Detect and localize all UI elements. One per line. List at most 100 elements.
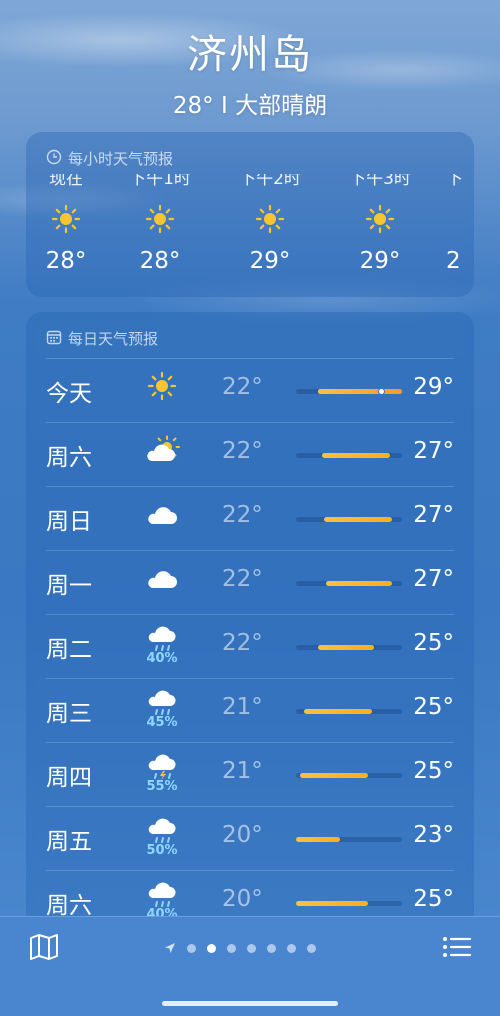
daily-row[interactable]: 周日 22° 27°: [46, 486, 454, 550]
hourly-forecast-title: 每小时天气预报: [26, 132, 474, 172]
sun-icon: [142, 369, 182, 417]
page-dot[interactable]: [247, 944, 256, 953]
temp-range-bar: [296, 773, 402, 778]
home-indicator[interactable]: [162, 1001, 338, 1006]
day-name: 周六: [46, 893, 92, 919]
low-temp: 22°: [222, 630, 263, 656]
daily-row[interactable]: 今天 22° 29°: [46, 358, 454, 422]
page-dot-active[interactable]: [207, 944, 216, 953]
hour-label: 现在: [49, 174, 83, 189]
daily-row[interactable]: 周一 22° 27°: [46, 550, 454, 614]
low-temp: 22°: [222, 566, 263, 592]
location-header: 济州岛 28° I 大部晴朗: [0, 22, 500, 120]
hour-temp: 28°: [139, 248, 181, 274]
day-name: 周四: [46, 765, 92, 791]
partly-sunny-icon: [142, 433, 182, 481]
clock-icon: [46, 149, 62, 169]
hour-label: 下午3时: [349, 174, 411, 189]
current-temp-dot: [378, 388, 385, 395]
cloud-icon: [142, 561, 182, 609]
low-temp: 22°: [222, 502, 263, 528]
temp-range-fill: [300, 773, 368, 778]
temp-range-fill: [296, 837, 340, 842]
daily-forecast-title: 每日天气预报: [26, 312, 474, 352]
daily-row[interactable]: 周四 55% 21° 25°: [46, 742, 454, 806]
hour-temp: 2: [446, 248, 461, 274]
high-temp: 25°: [413, 886, 454, 912]
high-temp: 27°: [413, 502, 454, 528]
temp-range-fill: [296, 901, 368, 906]
temp-range-fill: [304, 709, 372, 714]
current-conditions: 28° I 大部晴朗: [172, 93, 328, 119]
page-indicator[interactable]: [164, 939, 316, 958]
high-temp: 29°: [413, 374, 454, 400]
rain-icon: 50%: [142, 817, 182, 865]
sun-icon: [26, 190, 106, 248]
hour-temp: 28°: [45, 248, 87, 274]
daily-row[interactable]: 周五 50% 20° 23°: [46, 806, 454, 870]
hour-label: 下午2时: [239, 174, 301, 189]
daily-row[interactable]: 周二 40% 22° 25°: [46, 614, 454, 678]
hour-item: 下午2时 29°: [230, 174, 310, 274]
temp-range-bar: [296, 901, 402, 906]
temp-range-bar: [296, 388, 402, 395]
page-dot[interactable]: [287, 944, 296, 953]
daily-forecast-card[interactable]: 每日天气预报 今天 22° 29° 周六 22° 27° 周日 22° 27° …: [26, 312, 474, 952]
cloud-icon: [142, 497, 182, 545]
day-name: 周二: [46, 637, 92, 663]
daily-row[interactable]: 周三 45% 21° 25°: [46, 678, 454, 742]
high-temp: 23°: [413, 822, 454, 848]
day-name: 周五: [46, 829, 92, 855]
temp-range-fill: [322, 453, 390, 458]
thunderstorm-icon: 55%: [142, 753, 182, 801]
temp-range-bar: [296, 581, 402, 586]
precip-chance: 45%: [146, 715, 178, 730]
temp-range-bar: [296, 453, 402, 458]
hour-item: 下午3时 29°: [340, 174, 420, 274]
hour-temp: 29°: [359, 248, 401, 274]
day-name: 周日: [46, 509, 92, 535]
page-dot[interactable]: [267, 944, 276, 953]
low-temp: 21°: [222, 758, 263, 784]
rain-icon: 45%: [142, 689, 182, 737]
low-temp: 21°: [222, 694, 263, 720]
precip-chance: 55%: [146, 779, 178, 794]
temp-range-fill: [326, 581, 392, 586]
day-name: 周三: [46, 701, 92, 727]
precip-chance: 50%: [146, 843, 178, 858]
hour-icon-cut: [446, 190, 474, 248]
low-temp: 20°: [222, 822, 263, 848]
hour-label: 下午1时: [129, 174, 191, 189]
hourly-forecast-card[interactable]: 每小时天气预报 现在 28° 下午1时 28° 下午2时 29° 下午3时 29…: [26, 132, 474, 297]
hour-item: 下午1时 28°: [120, 174, 200, 274]
page-dot[interactable]: [307, 944, 316, 953]
city-name: 济州岛: [187, 32, 313, 78]
sun-icon: [230, 190, 310, 248]
page-dot[interactable]: [227, 944, 236, 953]
sun-icon: [340, 190, 420, 248]
hour-item: 现在 28°: [26, 174, 106, 274]
daily-row[interactable]: 周六 22° 27°: [46, 422, 454, 486]
sun-icon: [120, 190, 200, 248]
map-icon[interactable]: [28, 933, 60, 961]
list-icon[interactable]: [442, 933, 472, 961]
page-dot[interactable]: [187, 944, 196, 953]
high-temp: 25°: [413, 630, 454, 656]
temp-range-bar: [296, 645, 402, 650]
temp-range-fill: [324, 517, 392, 522]
hourly-items[interactable]: 现在 28° 下午1时 28° 下午2时 29° 下午3时 29° 下 2: [26, 174, 474, 294]
low-temp: 22°: [222, 374, 263, 400]
high-temp: 27°: [413, 438, 454, 464]
calendar-icon: [46, 329, 62, 349]
day-name: 今天: [46, 381, 92, 407]
low-temp: 22°: [222, 438, 263, 464]
temp-range-fill: [318, 645, 374, 650]
temp-range-bar: [296, 709, 402, 714]
high-temp: 27°: [413, 566, 454, 592]
day-name: 周六: [46, 445, 92, 471]
hour-item: 下 2: [446, 174, 474, 274]
location-arrow-icon: [164, 939, 176, 958]
hour-temp: 29°: [249, 248, 291, 274]
precip-chance: 40%: [146, 651, 178, 666]
high-temp: 25°: [413, 694, 454, 720]
